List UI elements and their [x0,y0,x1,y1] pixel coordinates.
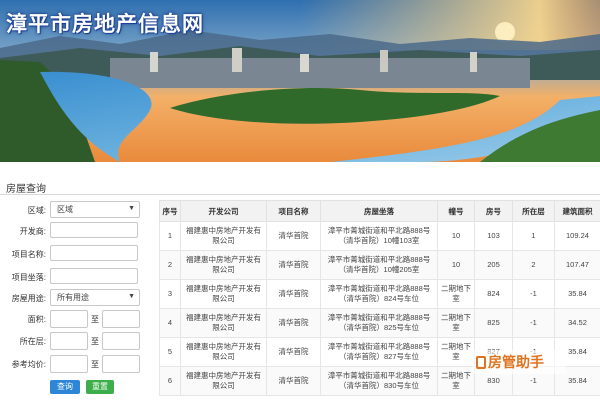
reset-button[interactable]: 重置 [86,380,114,394]
cell-project: 清华首院 [266,279,321,309]
usage-select-value: 所有用途 [57,293,89,302]
area-min-input[interactable] [50,310,88,328]
project-location-label: 项目坐落: [11,273,46,282]
table-row[interactable]: 4 福建惠中房地产开发有限公司 清华首院 漳平市菁城街道和平北路888号（清华首… [159,308,600,338]
cell-area: 109.24 [554,221,600,251]
cell-developer: 福建惠中房地产开发有限公司 [180,308,267,338]
cell-index: 1 [159,221,181,251]
cell-developer: 福建惠中房地产开发有限公司 [180,221,267,251]
project-name-label: 项目名称: [11,250,46,259]
cell-floor: 2 [512,250,555,280]
table-header-row: 序号 开发公司 项目名称 房屋坐落 幢号 房号 所在层 建筑面积 [159,200,600,222]
cell-building: 二期地下室 [437,308,475,338]
district-label: 区域: [27,206,46,215]
table-row[interactable]: 2 福建惠中房地产开发有限公司 清华首院 漳平市菁城街道和平北路888号（清华首… [159,250,600,280]
cell-index: 5 [159,337,181,367]
cell-developer: 福建惠中房地产开发有限公司 [180,250,267,280]
cell-project: 清华首院 [266,250,321,280]
avg-price-min-input[interactable] [50,355,88,373]
cell-location: 漳平市菁城街道和平北路888号（清华首院）825号车位 [320,308,438,338]
project-location-input[interactable] [50,268,138,284]
form-row-floor: 所在层: 至 [0,332,150,352]
section-title: 房屋查询 [6,184,46,195]
cell-index: 6 [159,366,181,396]
table-row[interactable]: 1 福建惠中房地产开发有限公司 清华首院 漳平市菁城街道和平北路888号（清华首… [159,221,600,251]
chevron-down-icon: ▼ [128,205,135,212]
cell-floor: 1 [512,221,555,251]
document-icon [476,356,486,369]
column-header-floor[interactable]: 所在层 [512,200,555,222]
usage-label: 房屋用途: [11,294,46,303]
avg-price-label: 参考均价: [11,360,46,369]
cell-index: 2 [159,250,181,280]
watermark-text: 房管助手 [488,354,544,370]
chevron-down-icon: ▼ [128,293,135,300]
form-row-district: 区域: 区域 ▼ [0,201,150,221]
cell-location: 漳平市菁城街道和平北路888号（清华首院）830号车位 [320,366,438,396]
cell-project: 清华首院 [266,221,321,251]
cell-index: 4 [159,308,181,338]
cell-developer: 福建惠中房地产开发有限公司 [180,279,267,309]
cell-building: 二期地下室 [437,366,475,396]
site-title: 漳平市房地产信息网 [6,13,204,36]
form-row-project-name: 项目名称: [0,245,150,265]
cell-building: 二期地下室 [437,279,475,309]
developer-label: 开发商: [19,227,46,236]
cell-index: 3 [159,279,181,309]
floor-range-separator: 至 [91,337,99,346]
column-header-building[interactable]: 幢号 [437,200,475,222]
cell-area: 107.47 [554,250,600,280]
usage-select[interactable]: 所有用途 ▼ [50,289,140,306]
cell-building: 二期地下室 [437,337,475,367]
floor-label: 所在层: [19,337,46,346]
column-header-area[interactable]: 建筑面积 [554,200,600,222]
cell-location: 漳平市菁城街道和平北路888号（清华首院）10幢103室 [320,221,438,251]
cell-room: 205 [474,250,513,280]
header-banner: 漳平市房地产信息网 [0,0,600,162]
cell-floor: -1 [512,279,555,309]
avg-price-range-separator: 至 [91,360,99,369]
column-header-room[interactable]: 房号 [474,200,513,222]
section-divider [0,194,600,195]
area-range-separator: 至 [91,315,99,324]
developer-input[interactable] [50,222,138,238]
cell-developer: 福建惠中房地产开发有限公司 [180,337,267,367]
cell-room: 825 [474,308,513,338]
cell-area: 34.52 [554,308,600,338]
cell-location: 漳平市菁城街道和平北路888号（清华首院）10幢205室 [320,250,438,280]
cell-project: 清华首院 [266,366,321,396]
project-name-input[interactable] [50,245,138,261]
cell-location: 漳平市菁城街道和平北路888号（清华首院）824号车位 [320,279,438,309]
table-row[interactable]: 3 福建惠中房地产开发有限公司 清华首院 漳平市菁城街道和平北路888号（清华首… [159,279,600,309]
form-row-usage: 房屋用途: 所有用途 ▼ [0,289,150,309]
floor-max-input[interactable] [102,332,140,350]
form-row-project-location: 项目坐落: [0,268,150,288]
cell-floor: -1 [512,308,555,338]
app-watermark: 房管助手 [472,350,566,374]
cell-room: 103 [474,221,513,251]
column-header-location[interactable]: 房屋坐落 [320,200,438,222]
column-header-index[interactable]: 序号 [159,200,181,222]
avg-price-max-input[interactable] [102,355,140,373]
form-row-avg-price: 参考均价: 至 [0,355,150,375]
district-select-value: 区域 [57,205,73,214]
cell-building: 10 [437,221,475,251]
search-button[interactable]: 查询 [50,380,80,394]
cell-project: 清华首院 [266,308,321,338]
area-max-input[interactable] [102,310,140,328]
district-select[interactable]: 区域 ▼ [50,201,140,218]
cell-building: 10 [437,250,475,280]
cell-room: 824 [474,279,513,309]
form-row-area: 面积: 至 [0,310,150,330]
form-row-developer: 开发商: [0,222,150,242]
cell-project: 清华首院 [266,337,321,367]
cell-location: 漳平市菁城街道和平北路888号（清华首院）827号车位 [320,337,438,367]
area-label: 面积: [27,315,46,324]
column-header-developer[interactable]: 开发公司 [180,200,267,222]
cell-area: 35.84 [554,279,600,309]
floor-min-input[interactable] [50,332,88,350]
cell-developer: 福建惠中房地产开发有限公司 [180,366,267,396]
column-header-project[interactable]: 项目名称 [266,200,321,222]
